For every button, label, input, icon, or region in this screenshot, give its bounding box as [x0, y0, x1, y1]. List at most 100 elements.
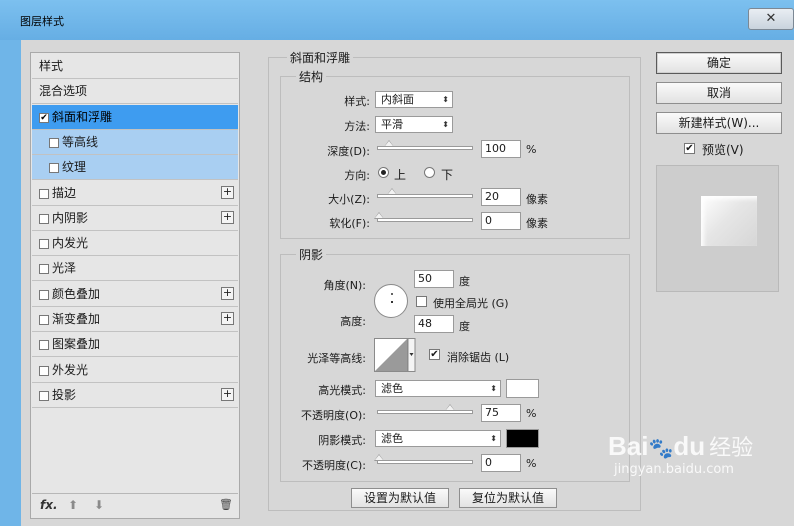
- add-instance-icon[interactable]: +: [221, 286, 234, 300]
- item-checkbox[interactable]: [39, 365, 49, 376]
- make-default-button[interactable]: 设置为默认值: [351, 488, 449, 508]
- item-checkbox[interactable]: [39, 315, 49, 325]
- size-label: 大小(Z):: [328, 193, 370, 206]
- slider-knob[interactable]: [387, 188, 397, 195]
- style-list-item-label: 外发光: [52, 362, 89, 377]
- shadow-opacity-input[interactable]: 0: [481, 454, 521, 472]
- global-light-checkbox[interactable]: [416, 296, 427, 307]
- angle-label: 角度(N):: [323, 279, 366, 292]
- soften-input[interactable]: 0: [481, 212, 521, 230]
- reset-default-button[interactable]: 复位为默认值: [459, 488, 557, 508]
- ok-button[interactable]: 确定: [656, 52, 782, 74]
- style-list-item-label: 等高线: [62, 134, 99, 149]
- style-list-item[interactable]: 内阴影 +: [32, 206, 238, 231]
- new-style-button[interactable]: 新建样式(W)...: [656, 112, 782, 134]
- item-checkbox[interactable]: [39, 239, 49, 250]
- shading-title: 阴影: [296, 246, 327, 263]
- style-list-item[interactable]: 混合选项: [32, 79, 238, 105]
- style-list-item[interactable]: 等高线: [32, 129, 238, 155]
- updown-arrow-icon: ⬍: [490, 434, 497, 443]
- preview-checkbox[interactable]: ✔: [684, 143, 695, 154]
- style-list-item[interactable]: 颜色叠加 +: [32, 282, 238, 307]
- size-unit: 像素: [526, 193, 548, 206]
- item-checkbox[interactable]: [49, 163, 59, 174]
- title-bar: 图层样式 ✕: [0, 0, 794, 40]
- highlight-color-swatch[interactable]: [506, 379, 539, 398]
- highlight-opacity-input[interactable]: 75: [481, 404, 521, 422]
- soften-slider[interactable]: [374, 212, 473, 222]
- move-down-icon[interactable]: ⬇: [94, 498, 104, 512]
- shadow-color-swatch[interactable]: [506, 429, 539, 448]
- gloss-contour-label: 光泽等高线:: [307, 352, 366, 365]
- direction-down-label: 下: [441, 168, 454, 182]
- soften-unit: 像素: [526, 217, 548, 230]
- add-instance-icon[interactable]: +: [221, 185, 234, 199]
- highlight-mode-value: 滤色: [381, 382, 403, 395]
- direction-up-radio[interactable]: [378, 167, 389, 178]
- style-list-item[interactable]: 渐变叠加 +: [32, 307, 238, 332]
- item-checkbox[interactable]: [39, 289, 49, 300]
- add-instance-icon[interactable]: +: [221, 210, 234, 224]
- item-checkbox[interactable]: [39, 213, 49, 224]
- highlight-mode-dropdown[interactable]: 滤色 ⬍: [375, 380, 501, 397]
- style-list-item[interactable]: 光泽: [32, 256, 238, 282]
- angle-dial-pointer: [391, 293, 393, 295]
- add-instance-icon[interactable]: +: [221, 312, 234, 325]
- antialias-checkbox[interactable]: ✔: [429, 349, 440, 360]
- style-list-item[interactable]: 投影 +: [32, 383, 238, 408]
- size-slider[interactable]: [377, 188, 473, 198]
- shadow-mode-dropdown[interactable]: 滤色 ⬍: [375, 430, 501, 447]
- add-instance-icon[interactable]: +: [221, 387, 234, 401]
- style-list-item-label: 描边: [52, 185, 77, 200]
- antialias-label: 消除锯齿 (L): [447, 351, 510, 364]
- updown-arrow-icon: ⬍: [490, 384, 497, 393]
- updown-arrow-icon: ⬍: [442, 120, 449, 129]
- style-list-item-label: 光泽: [52, 261, 77, 276]
- angle-dial[interactable]: [374, 284, 408, 318]
- slider-knob[interactable]: [384, 140, 394, 147]
- highlight-opacity-unit: %: [526, 407, 537, 420]
- altitude-input[interactable]: 48: [414, 315, 454, 333]
- trash-icon[interactable]: 🗑: [219, 498, 233, 511]
- style-list-panel: fx. ⬆ ⬇ 🗑 样式 混合选项 ✔ 斜面和浮雕 等高线 纹理 描边 + 内阴影 + 内发光 光泽颜…: [30, 52, 240, 519]
- style-list-item[interactable]: 外发光: [32, 358, 238, 383]
- item-checkbox[interactable]: [39, 264, 49, 275]
- fx-button[interactable]: fx.: [40, 498, 58, 512]
- style-preview-thumbnail: [656, 165, 779, 292]
- style-list-item[interactable]: 样式: [32, 54, 238, 79]
- item-checkbox[interactable]: [49, 137, 59, 148]
- slider-knob[interactable]: [374, 212, 384, 219]
- layer-style-dialog: 图层样式 ✕ fx. ⬆ ⬇ 🗑 样式 混合选项 ✔ 斜面和浮雕 等高线 纹理 描边 + 内阴影…: [0, 0, 794, 526]
- watermark-brand: Bai: [608, 431, 649, 461]
- style-list-item[interactable]: 图案叠加: [32, 332, 238, 358]
- highlight-opacity-slider[interactable]: [377, 404, 473, 414]
- technique-dropdown-value: 平滑: [381, 118, 403, 131]
- style-label: 样式:: [344, 95, 370, 108]
- watermark-brand-2: du: [673, 431, 706, 461]
- size-input[interactable]: 20: [481, 188, 521, 206]
- depth-input[interactable]: 100: [481, 140, 521, 158]
- cancel-button[interactable]: 取消: [656, 82, 782, 104]
- style-list-item[interactable]: 描边 +: [32, 181, 238, 206]
- item-checkbox[interactable]: [39, 188, 49, 199]
- move-up-icon[interactable]: ⬆: [68, 498, 78, 512]
- close-button[interactable]: ✕: [748, 8, 794, 30]
- bevel-section-title: 斜面和浮雕: [287, 49, 354, 66]
- direction-down-radio[interactable]: [424, 167, 435, 178]
- item-checkbox[interactable]: [39, 340, 49, 351]
- highlight-opacity-label: 不透明度(O):: [301, 409, 366, 422]
- item-checkbox[interactable]: [39, 390, 49, 401]
- technique-dropdown[interactable]: 平滑 ⬍: [375, 116, 453, 133]
- style-list-item[interactable]: 纹理: [32, 155, 238, 181]
- slider-knob[interactable]: [445, 404, 455, 411]
- item-checkbox[interactable]: ✔: [39, 112, 49, 123]
- slider-knob[interactable]: [374, 454, 384, 461]
- style-list-item[interactable]: 内发光: [32, 231, 238, 257]
- style-list-item-label: 颜色叠加: [52, 286, 101, 301]
- shadow-opacity-slider[interactable]: [374, 454, 473, 464]
- angle-input[interactable]: 50: [414, 270, 454, 288]
- style-dropdown[interactable]: 内斜面 ⬍: [375, 91, 453, 108]
- depth-slider[interactable]: [377, 140, 473, 150]
- style-list-item[interactable]: ✔ 斜面和浮雕: [32, 104, 238, 130]
- gloss-contour-picker[interactable]: [374, 338, 416, 372]
